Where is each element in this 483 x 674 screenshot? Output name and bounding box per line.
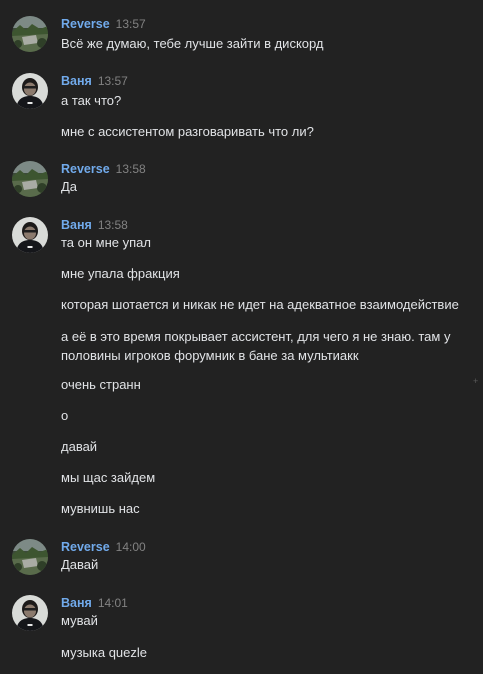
avatar[interactable] <box>12 73 48 109</box>
message-text: та он мне упал <box>61 235 151 250</box>
message-text: мувнишь нас <box>61 501 140 516</box>
message-text: мувай <box>61 613 98 628</box>
message-text: о <box>61 408 69 423</box>
message-text: Давай <box>61 557 99 572</box>
message-header: Reverse 13:58 <box>61 161 146 177</box>
message-header: Reverse 13:57 <box>61 16 146 32</box>
person-avatar-icon <box>12 595 48 631</box>
chat-history: Reverse 13:57 Всё же думаю, тебе лучше за… <box>0 0 483 674</box>
message-text: мне с ассистентом разговаривать что ли? <box>61 124 314 139</box>
author-name[interactable]: Ваня <box>61 74 92 88</box>
person-avatar-icon <box>12 217 48 253</box>
message-time[interactable]: 14:01 <box>98 596 128 610</box>
author-name[interactable]: Ваня <box>61 218 92 232</box>
author-name[interactable]: Ваня <box>61 596 92 610</box>
avatar[interactable] <box>12 16 48 52</box>
message-header: Ваня 13:57 <box>61 73 128 89</box>
message-text: мне упала фракция <box>61 266 180 281</box>
message-text: а так что? <box>61 93 122 108</box>
author-name[interactable]: Reverse <box>61 17 110 31</box>
message-header: Reverse 14:00 <box>61 539 146 555</box>
message-text: мы щас зайдем <box>61 470 156 485</box>
message-time[interactable]: 13:57 <box>116 17 146 31</box>
message-time[interactable]: 13:58 <box>116 162 146 176</box>
avatar[interactable] <box>12 595 48 631</box>
message-text: которая шотается и никак не идет на адек… <box>61 297 459 312</box>
message-text: музыка quezle <box>61 645 148 660</box>
plus-icon: + <box>473 376 479 386</box>
avatar[interactable] <box>12 539 48 575</box>
message-text: Да <box>61 179 78 194</box>
avatar[interactable] <box>12 217 48 253</box>
avatar[interactable] <box>12 161 48 197</box>
message-text: а её в это время покрывает ассистент, дл… <box>61 329 451 363</box>
message-time[interactable]: 13:57 <box>98 74 128 88</box>
message-text: очень странн <box>61 377 141 392</box>
author-name[interactable]: Reverse <box>61 540 110 554</box>
message-text: давай <box>61 439 98 454</box>
landscape-avatar-icon <box>12 539 48 575</box>
landscape-avatar-icon <box>12 16 48 52</box>
message-text: Всё же думаю, тебе лучше зайти в дискорд <box>61 36 324 51</box>
author-name[interactable]: Reverse <box>61 162 110 176</box>
person-avatar-icon <box>12 73 48 109</box>
landscape-avatar-icon <box>12 161 48 197</box>
message-time[interactable]: 13:58 <box>98 218 128 232</box>
message-header: Ваня 14:01 <box>61 595 128 611</box>
message-header: Ваня 13:58 <box>61 217 128 233</box>
message-time[interactable]: 14:00 <box>116 540 146 554</box>
